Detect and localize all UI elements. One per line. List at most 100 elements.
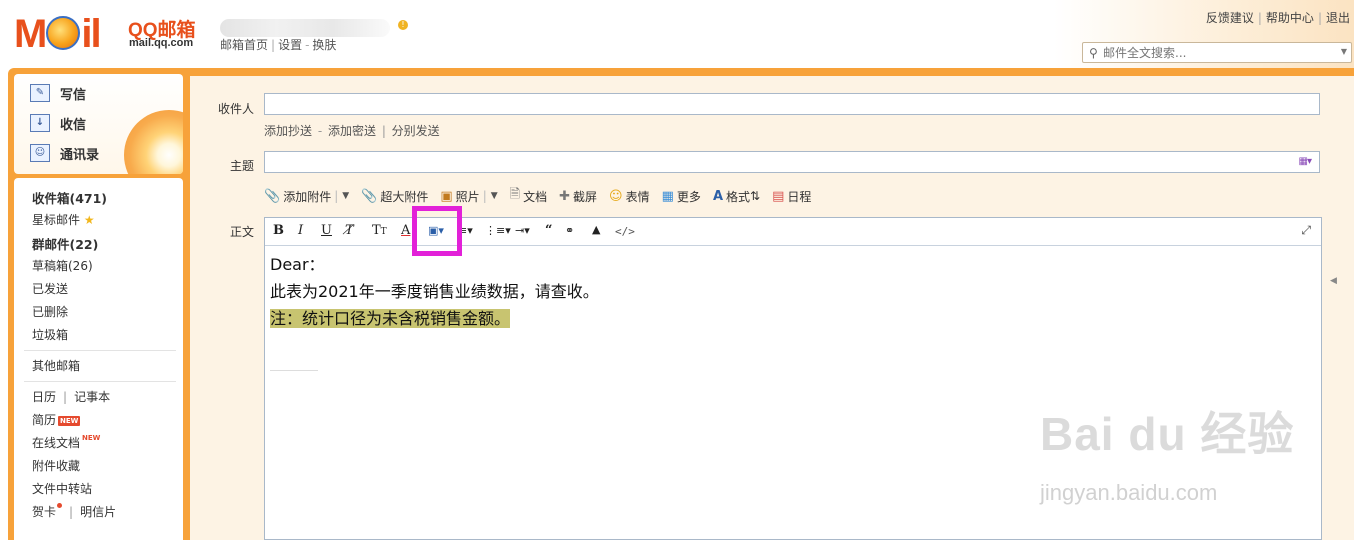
notepad-link[interactable]: 记事本 <box>74 390 110 404</box>
large-attachment-button[interactable]: 📎 超大附件 <box>361 188 428 205</box>
send-separately-link[interactable]: 分别发送 <box>392 124 440 138</box>
folder-inbox[interactable]: 收件箱(471) <box>32 188 107 207</box>
logo-bell-icon <box>46 16 81 51</box>
italic-icon[interactable]: I <box>298 223 303 238</box>
folder-group[interactable]: 群邮件(22) <box>32 234 98 253</box>
help-link[interactable]: 帮助中心 <box>1266 11 1314 25</box>
postcard-link[interactable]: 明信片 <box>80 505 116 519</box>
search-input[interactable] <box>1103 44 1331 61</box>
greeting-card-link[interactable]: 贺卡 <box>32 503 63 519</box>
font-color-icon[interactable]: A <box>401 223 410 238</box>
color-grid-icon[interactable]: ▦▾ <box>1299 156 1313 167</box>
brush-icon[interactable]: ▲ <box>592 223 600 236</box>
list-icon[interactable]: ⋮≡▾ <box>485 224 511 237</box>
logout-link[interactable]: 退出 <box>1326 11 1350 25</box>
underline-icon[interactable]: U <box>321 223 332 238</box>
bold-icon[interactable]: B <box>273 223 284 238</box>
resume-link[interactable]: 简历 NEW <box>32 411 81 428</box>
divider <box>24 350 176 351</box>
orange-decoration <box>124 110 183 174</box>
font-size-icon[interactable]: TT <box>372 223 387 238</box>
calendar-link[interactable]: 日历 <box>32 390 56 404</box>
add-bcc-link[interactable]: 添加密送 <box>328 124 376 138</box>
photo-icon: ▣ <box>440 188 453 204</box>
star-icon: ★ <box>83 213 95 227</box>
document-button[interactable]: 🗎 文档 <box>510 185 547 207</box>
alert-icon[interactable]: ! <box>398 20 408 30</box>
add-cc-link[interactable]: 添加抄送 <box>264 124 312 138</box>
body-label: 正文 <box>229 225 254 239</box>
search-dropdown-icon[interactable]: ▼ <box>1341 47 1347 56</box>
source-code-icon[interactable]: </> <box>615 225 635 238</box>
body-line-main: 此表为2021年一季度销售业绩数据，请查收。 <box>270 282 599 301</box>
folder-spam[interactable]: 垃圾箱 <box>32 326 68 343</box>
file-transfer-link[interactable]: 文件中转站 <box>32 480 92 497</box>
paperclip-icon: 📎 <box>264 188 281 204</box>
folder-deleted[interactable]: 已删除 <box>32 303 68 320</box>
settings-link[interactable]: 设置 <box>278 38 302 52</box>
sort-arrows-icon: ⇅ <box>750 189 761 203</box>
schedule-button[interactable]: ▤ 日程 <box>772 188 811 205</box>
right-rail <box>1322 76 1354 540</box>
chevron-down-icon[interactable]: ▼ <box>491 191 498 201</box>
brand-url: mail.qq.com <box>129 37 194 49</box>
signature-divider <box>270 370 318 371</box>
fullscreen-icon[interactable]: ⤢ <box>1301 223 1311 238</box>
receive-button[interactable]: ↓ 收信 <box>30 111 86 135</box>
contacts-card-icon: ☺ <box>30 144 50 162</box>
tools-row-cards: 贺卡 | 明信片 <box>32 503 117 519</box>
compose-toolbar: 📎 添加附件 | ▼ 📎 超大附件 ▣ 照片 | ▼ 🗎 文档 ✚ 截屏 ☺ 表情 ▦ 更多 A 格式 ⇅… <box>264 186 823 206</box>
clear-format-icon[interactable]: T̸ <box>345 223 354 238</box>
folder-other[interactable]: 其他邮箱 <box>32 357 80 374</box>
subject-input[interactable] <box>265 152 1319 172</box>
subject-field[interactable]: ▦▾ <box>264 151 1320 173</box>
feedback-link[interactable]: 反馈建议 <box>1206 11 1254 25</box>
header-links: 邮箱首页 | 设置 - 换肤 <box>220 38 337 52</box>
body-line-note: 注：统计口径为未含税销售金额。 <box>270 309 511 328</box>
watermark-url: jingyan.baidu.com <box>1040 480 1218 505</box>
recipient-options: 添加抄送 - 添加密送 | 分别发送 <box>264 124 440 138</box>
online-docs-link[interactable]: 在线文档 NEW <box>32 434 100 451</box>
format-button[interactable]: A 格式 ⇅ <box>713 188 760 205</box>
compose-button[interactable]: ✎ 写信 <box>30 81 86 105</box>
search-box[interactable]: ⚲ ▼ <box>1082 42 1352 63</box>
user-account-blurred <box>220 19 390 37</box>
more-button[interactable]: ▦ 更多 <box>662 188 701 205</box>
photo-button[interactable]: ▣ 照片 | ▼ <box>440 188 497 205</box>
mail-logo[interactable]: Mil <box>14 10 102 58</box>
folder-sent[interactable]: 已发送 <box>32 280 68 297</box>
smiley-icon: ☺ <box>609 188 623 204</box>
subject-label: 主题 <box>229 159 254 173</box>
folder-starred[interactable]: 星标邮件 ★ <box>32 211 95 228</box>
contacts-button[interactable]: ☺ 通讯录 <box>30 141 99 165</box>
search-icon: ⚲ <box>1089 46 1098 60</box>
chevron-down-icon[interactable]: ▼ <box>342 191 349 201</box>
folder-drafts[interactable]: 草稿箱(26) <box>32 257 93 274</box>
to-field[interactable] <box>264 93 1320 115</box>
skin-link[interactable]: 换肤 <box>312 38 336 52</box>
attachments-link[interactable]: 附件收藏 <box>32 457 80 474</box>
document-icon: 🗎 <box>509 187 521 202</box>
emoji-button[interactable]: ☺ 表情 <box>609 188 650 205</box>
add-attachment-button[interactable]: 📎 添加附件 | ▼ <box>264 188 349 205</box>
folder-list: 收件箱(471) 星标邮件 ★ 群邮件(22) 草稿箱(26) 已发送 已删除 … <box>14 178 183 540</box>
top-right-links: 反馈建议 | 帮助中心 | 退出 <box>1205 11 1350 25</box>
inbox-download-icon: ↓ <box>30 114 50 132</box>
link-icon[interactable]: ⚭ <box>565 224 574 237</box>
home-link[interactable]: 邮箱首页 <box>220 38 268 52</box>
indent-icon[interactable]: ⇥▾ <box>515 224 530 237</box>
editor-content[interactable]: Dear： 此表为2021年一季度销售业绩数据，请查收。 注：统计口径为未含税销… <box>270 251 599 332</box>
to-input[interactable] <box>265 94 1319 114</box>
quote-icon[interactable]: “ <box>545 223 552 238</box>
tools-row-calendar: 日历 | 记事本 <box>32 390 111 404</box>
divider <box>24 381 176 382</box>
more-grid-icon: ▦ <box>661 188 674 204</box>
collapse-arrow-icon[interactable]: ◀ <box>1330 276 1337 286</box>
annotation-highlight-box <box>412 206 462 256</box>
scissors-icon: ✚ <box>559 188 571 204</box>
screenshot-button[interactable]: ✚ 截屏 <box>559 188 597 205</box>
new-badge: NEW <box>58 415 81 426</box>
to-label: 收件人 <box>217 102 254 116</box>
paperclip-gold-icon: 📎 <box>361 188 378 204</box>
watermark-brand: Bai du 经验 <box>1040 408 1295 460</box>
